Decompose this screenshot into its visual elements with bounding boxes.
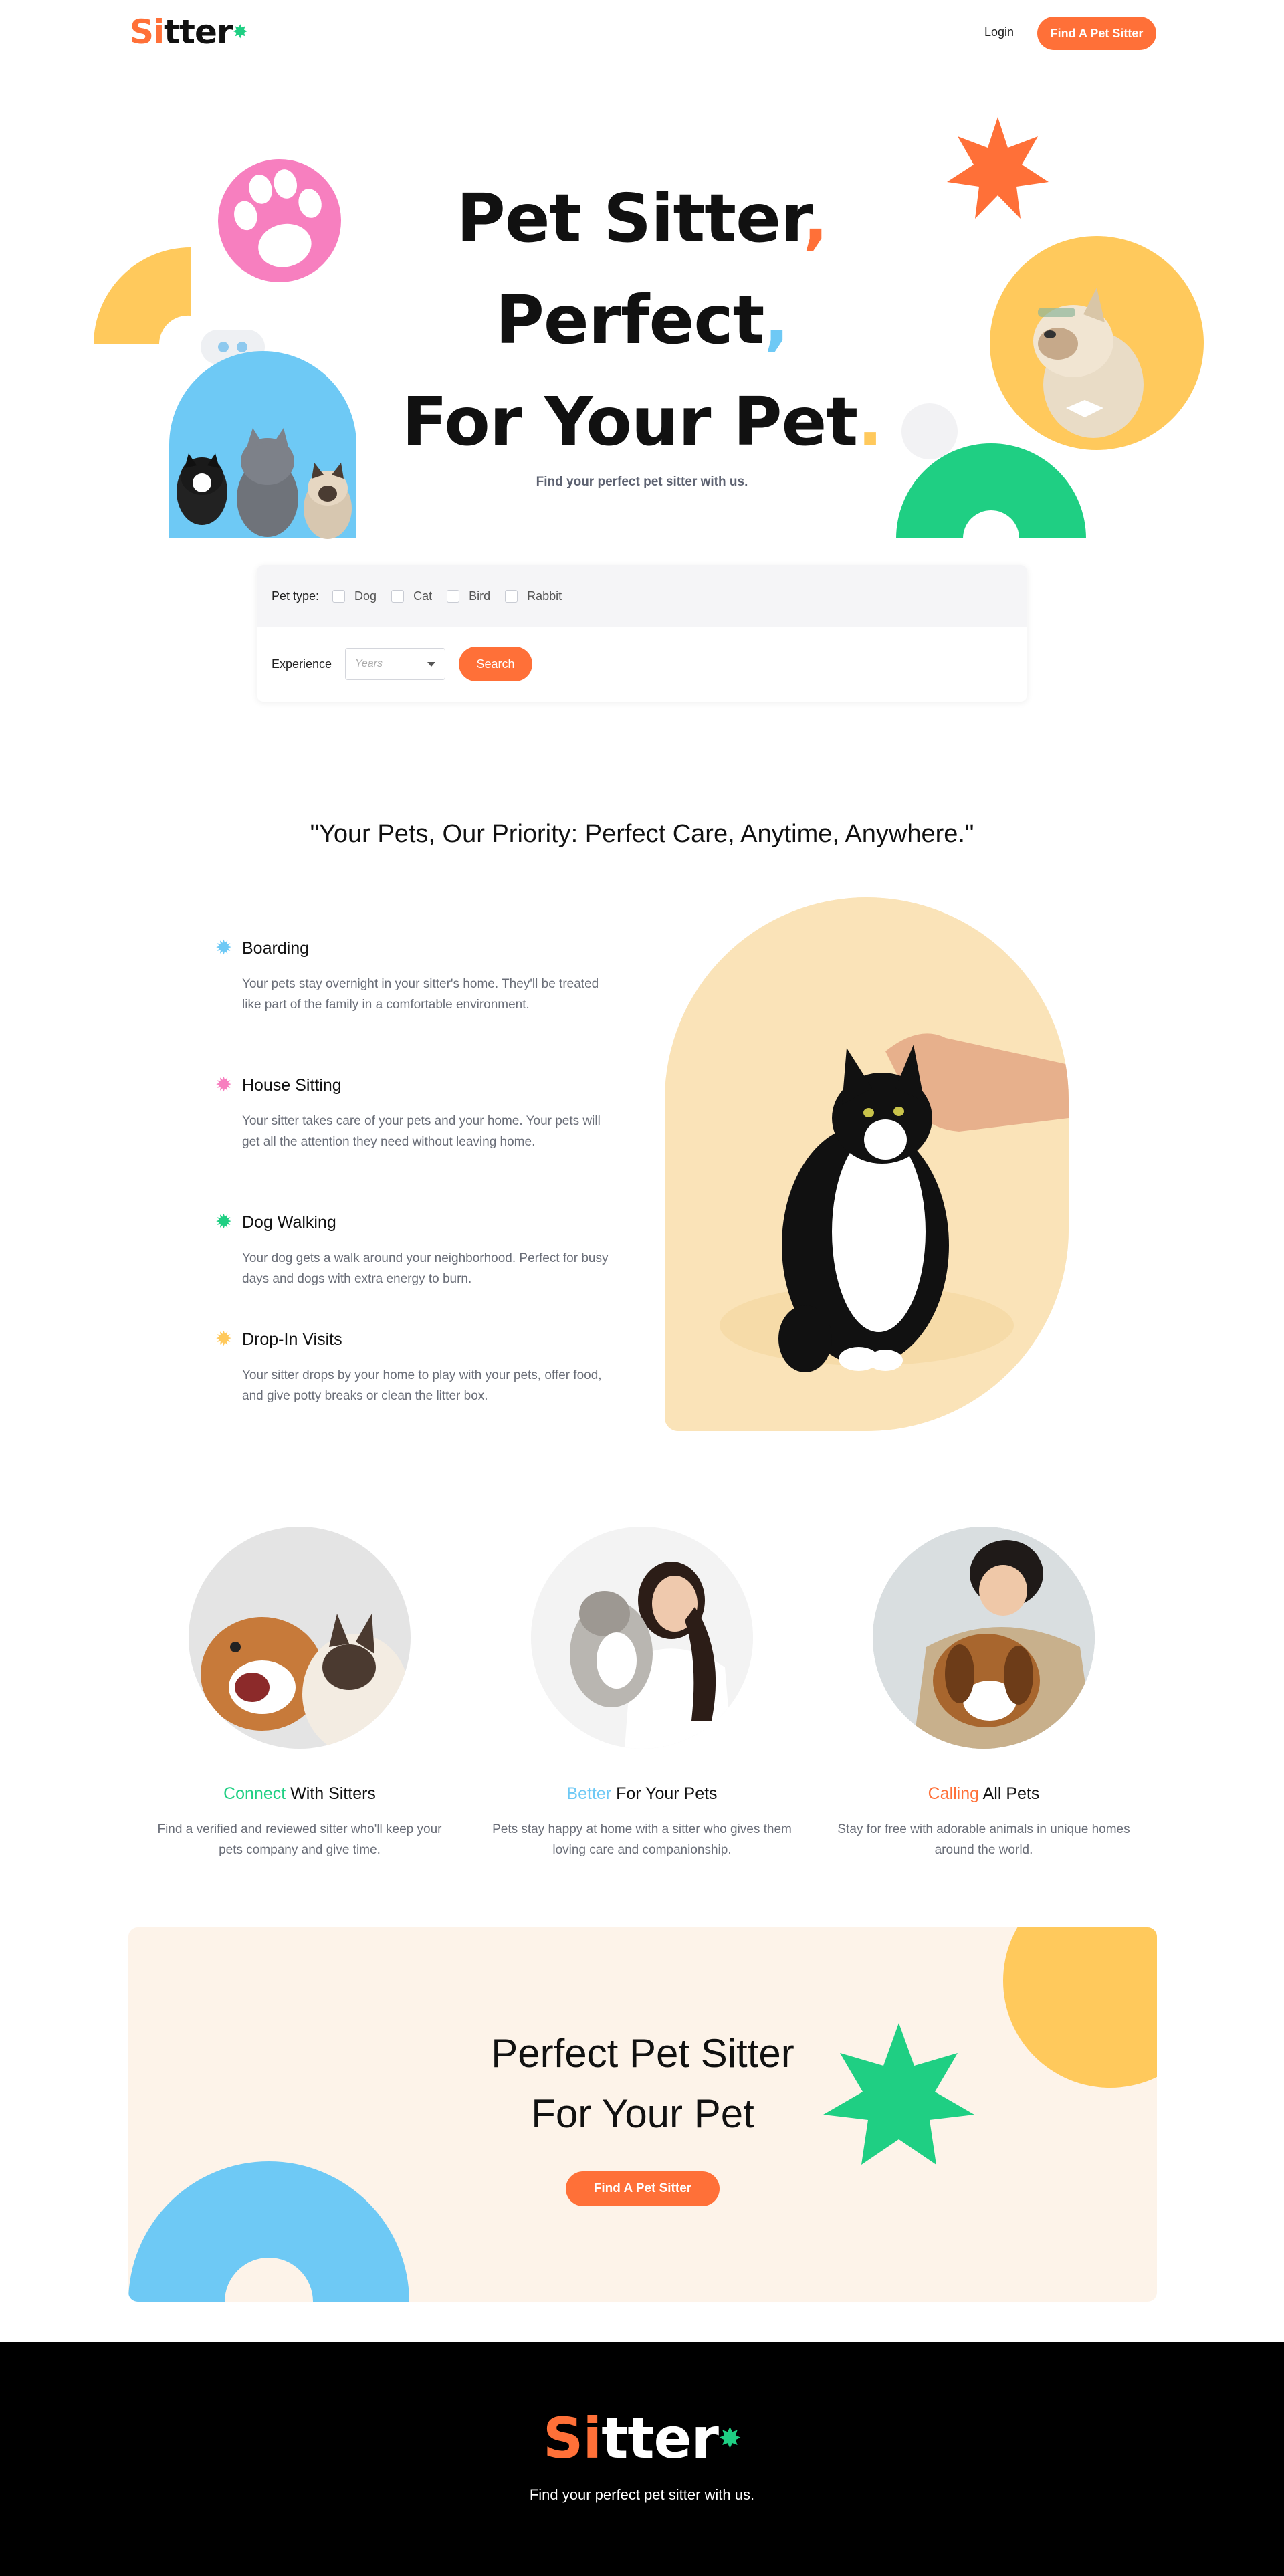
drop-in-burst-icon: ✹ [215,1328,233,1350]
feature-rest: With Sitters [286,1784,376,1803]
checkbox-box[interactable] [332,589,346,603]
feature-desc-calling: Stay for free with adorable animals in u… [837,1822,1130,1857]
services-tagline: "Your Pets, Our Priority: Perfect Care, … [310,820,974,848]
boarding-burst-icon: ✹ [215,937,233,959]
feature-title-connect: Connect With Sitters [146,1784,453,1804]
pet-type-label: Pet type: [272,588,320,603]
feature-accent: Better [566,1784,612,1803]
dog-walking-burst-icon: ✹ [215,1211,233,1233]
logo-suffix: tter [601,2405,719,2471]
logo-prefix: Si [542,2405,602,2471]
hero-decorations-left [94,159,356,539]
service-title: Drop-In Visits [242,1330,342,1349]
house-sitting-burst-icon: ✹ [215,1074,233,1096]
experience-row: Experience Years Search [257,627,1027,702]
hero-line-1-text: Pet Sitter [456,179,803,257]
service-title: House Sitting [242,1076,342,1095]
checkbox-label: Cat [413,588,433,603]
feature-photo-woman-cat [531,1527,753,1749]
hero-line-1: Pet Sitter, [0,175,1284,262]
logo-star-icon: ✸ [718,2422,742,2454]
chevron-down-icon [427,661,436,667]
feature-rest: For Your Pets [611,1784,718,1803]
feature-accent: Connect [223,1784,286,1803]
service-desc: Your pets stay overnight in your sitter'… [242,977,599,1012]
hero-subtitle: Find your perfect pet sitter with us. [536,475,748,489]
cta-line-1: Perfect Pet Sitter [491,2031,794,2076]
checkbox-label: Bird [469,588,491,603]
hero-comma-blue: , [764,281,789,359]
hero-line-2-text: Perfect [495,281,765,359]
hero-decorations-right [896,117,1204,538]
footer-tagline: Find your perfect pet sitter with us. [529,2486,755,2503]
feature-title-better: Better For Your Pets [488,1784,796,1804]
hero-period-yellow: . [857,383,883,461]
checkbox-rabbit[interactable]: Rabbit [505,589,562,603]
checkbox-box[interactable] [447,589,460,603]
cta-banner: Perfect Pet Sitter For Your Pet Find A P… [128,1927,1157,2302]
experience-label: Experience [272,657,332,671]
feature-photo-dog-cat [189,1527,411,1749]
hero-line-2: Perfect, [0,277,1284,364]
checkbox-dog[interactable]: Dog [332,589,377,603]
woman-with-dog-icon [873,1527,1095,1749]
service-desc: Your sitter takes care of your pets and … [242,1114,601,1149]
experience-placeholder: Years [355,658,383,669]
cat-sitting-icon [665,897,1069,1431]
footer-logo[interactable]: Sitter✸ [0,2406,1284,2470]
feature-accent: Calling [928,1784,980,1803]
search-panel: Pet type: Dog Cat Bird Rabbit Experience… [257,565,1027,702]
feature-desc-connect: Find a verified and reviewed sitter who'… [157,1822,442,1857]
feature-rest: All Pets [979,1784,1040,1803]
cat-arch-photo [665,897,1069,1431]
checkbox-label: Rabbit [527,588,562,603]
experience-select[interactable]: Years [345,648,446,680]
woman-with-cat-icon [531,1527,753,1749]
hero-line-3-text: For Your Pet [401,383,858,461]
feature-title-calling: Calling All Pets [830,1784,1138,1804]
footer: Sitter✸ Find your perfect pet sitter wit… [0,2342,1284,2576]
cta-line-2: For Your Pet [531,2091,754,2136]
service-title: Dog Walking [242,1213,336,1232]
dog-and-cat-icon [201,1614,409,1749]
service-title: Boarding [242,939,310,958]
feature-photo-woman-dog [873,1527,1095,1749]
pet-type-row: Pet type: Dog Cat Bird Rabbit [257,565,1027,627]
feature-desc-better: Pets stay happy at home with a sitter wh… [492,1822,792,1857]
checkbox-box[interactable] [505,589,518,603]
checkbox-box[interactable] [391,589,405,603]
hero-line-3: For Your Pet. [0,379,1284,465]
checkbox-cat[interactable]: Cat [391,589,432,603]
hero-comma-orange: , [802,179,829,257]
service-desc: Your dog gets a walk around your neighbo… [242,1251,609,1286]
checkbox-label: Dog [354,588,377,603]
find-sitter-cta-button[interactable]: Find A Pet Sitter [566,2171,720,2206]
service-desc: Your sitter drops by your home to play w… [242,1368,602,1403]
search-button[interactable]: Search [459,647,533,681]
checkbox-bird[interactable]: Bird [447,589,490,603]
